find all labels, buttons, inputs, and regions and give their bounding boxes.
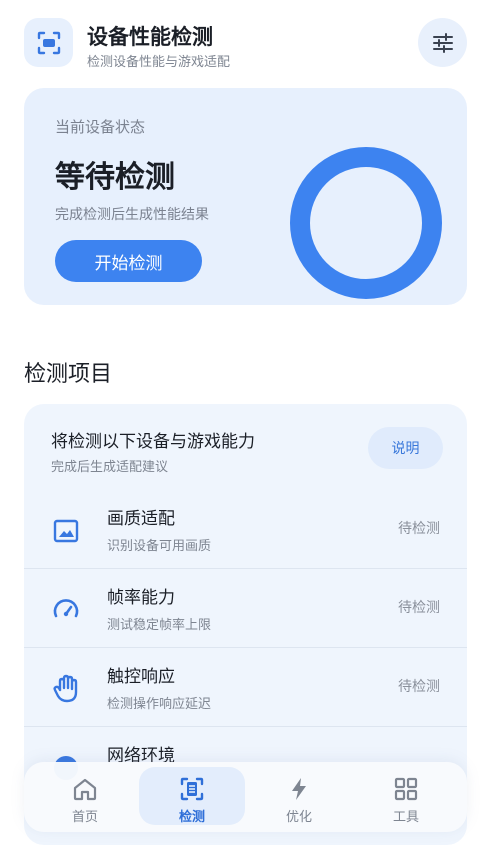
status-description: 完成检测后生成性能结果 bbox=[55, 207, 209, 223]
sliders-icon bbox=[432, 32, 453, 53]
list-item-touch-response[interactable]: 触控响应 检测操作响应延迟 待检测 bbox=[24, 648, 467, 727]
list-item-image-quality[interactable]: 画质适配 识别设备可用画质 待检测 bbox=[24, 490, 467, 569]
grid-icon bbox=[394, 777, 418, 801]
list-head-subtitle: 完成后生成适配建议 bbox=[51, 460, 169, 475]
item-name: 触控响应 bbox=[107, 667, 175, 687]
explain-button[interactable]: 说明 bbox=[368, 427, 443, 469]
item-status: 待检测 bbox=[398, 679, 440, 695]
page-title: 设备性能检测 bbox=[87, 25, 213, 49]
item-status: 待检测 bbox=[398, 600, 440, 616]
bottom-nav: 首页 检测 优化 工具 bbox=[24, 762, 467, 832]
scan-app-icon bbox=[24, 18, 73, 67]
bolt-icon bbox=[292, 778, 306, 800]
image-icon bbox=[50, 515, 82, 547]
progress-ring bbox=[290, 147, 442, 299]
speedometer-icon bbox=[50, 594, 82, 626]
nav-label: 工具 bbox=[392, 810, 419, 825]
status-value: 等待检测 bbox=[55, 160, 175, 195]
page-subtitle: 检测设备性能与游戏适配 bbox=[87, 55, 231, 70]
nav-label: 检测 bbox=[178, 810, 205, 825]
item-desc: 识别设备可用画质 bbox=[107, 539, 212, 554]
scan-icon bbox=[180, 777, 204, 801]
start-detection-button[interactable]: 开始检测 bbox=[55, 240, 202, 282]
item-name: 帧率能力 bbox=[107, 588, 175, 608]
header: 设备性能检测 检测设备性能与游戏适配 bbox=[24, 18, 467, 70]
nav-item-home[interactable]: 首页 bbox=[32, 767, 138, 825]
settings-button[interactable] bbox=[418, 18, 467, 67]
list-item-frame-rate[interactable]: 帧率能力 测试稳定帧率上限 待检测 bbox=[24, 569, 467, 648]
status-label: 当前设备状态 bbox=[55, 118, 146, 136]
item-name: 画质适配 bbox=[107, 509, 175, 529]
hand-icon bbox=[50, 673, 82, 705]
nav-item-tools[interactable]: 工具 bbox=[353, 767, 459, 825]
home-icon bbox=[73, 778, 97, 801]
nav-label: 优化 bbox=[285, 810, 312, 825]
item-desc: 检测操作响应延迟 bbox=[107, 697, 212, 712]
item-desc: 测试稳定帧率上限 bbox=[107, 618, 212, 633]
device-status-card: 当前设备状态 等待检测 完成检测后生成性能结果 开始检测 bbox=[24, 88, 467, 305]
nav-item-detect[interactable]: 检测 bbox=[139, 767, 245, 825]
list-head-title: 将检测以下设备与游戏能力 bbox=[51, 432, 255, 452]
section-title: 检测项目 bbox=[24, 362, 113, 387]
nav-item-optimize[interactable]: 优化 bbox=[246, 767, 352, 825]
nav-label: 首页 bbox=[71, 810, 98, 825]
item-status: 待检测 bbox=[398, 521, 440, 537]
